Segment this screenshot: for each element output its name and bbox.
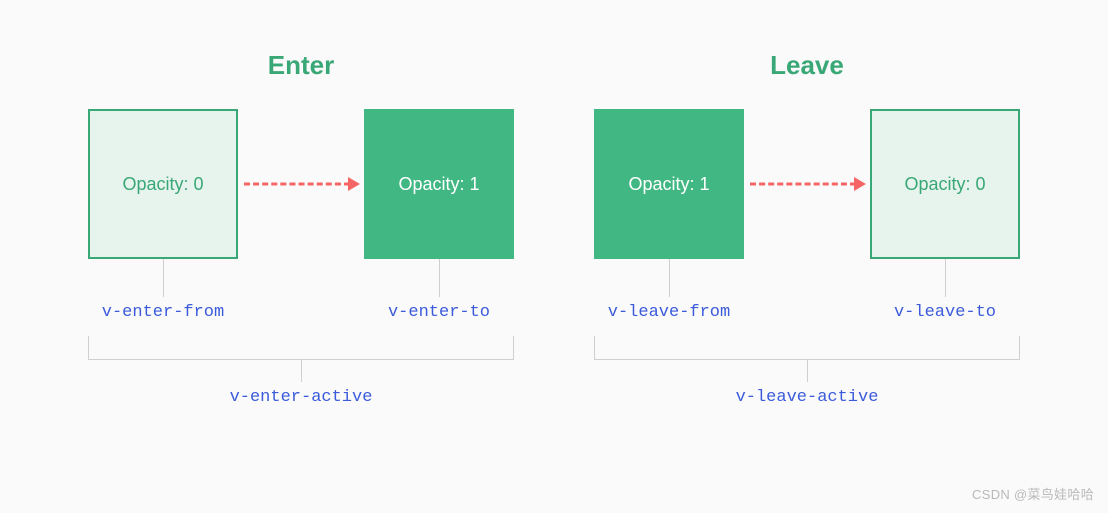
leave-title: Leave [770, 50, 844, 81]
arrow-line-icon [244, 183, 350, 186]
enter-from-box: Opacity: 0 [88, 109, 238, 259]
leave-to-connector: v-leave-to [870, 259, 1020, 322]
leave-to-class: v-leave-to [894, 303, 996, 322]
watermark-text: CSDN @菜鸟娃哈哈 [972, 484, 1094, 503]
enter-from-connector: v-enter-from [88, 259, 238, 322]
arrow-head-icon [348, 177, 360, 191]
arrow-line-icon [750, 183, 856, 186]
leave-from-box-label: Opacity: 1 [628, 174, 709, 195]
diagram-container: Enter Opacity: 0 Opacity: 1 v-enter-from… [0, 0, 1108, 407]
leave-to-box-label: Opacity: 0 [904, 174, 985, 195]
leave-active-class: v-leave-active [736, 388, 879, 407]
connector-line-icon [439, 259, 440, 297]
bracket-icon [88, 336, 514, 360]
enter-to-box: Opacity: 1 [364, 109, 514, 259]
bracket-icon [594, 336, 1020, 360]
enter-to-box-label: Opacity: 1 [398, 174, 479, 195]
enter-class-labels: v-enter-from v-enter-to [88, 259, 514, 322]
bracket-stem-icon [807, 360, 808, 382]
connector-line-icon [669, 259, 670, 297]
leave-from-class: v-leave-from [608, 303, 730, 322]
bracket-stem-icon [301, 360, 302, 382]
enter-from-box-label: Opacity: 0 [122, 174, 203, 195]
leave-section: Leave Opacity: 1 Opacity: 0 v-leave-from… [594, 50, 1020, 407]
enter-to-connector: v-enter-to [364, 259, 514, 322]
enter-section: Enter Opacity: 0 Opacity: 1 v-enter-from… [88, 50, 514, 407]
enter-from-class: v-enter-from [102, 303, 224, 322]
enter-to-class: v-enter-to [388, 303, 490, 322]
leave-active-bracket: v-leave-active [594, 336, 1020, 407]
enter-boxes: Opacity: 0 Opacity: 1 [88, 109, 514, 259]
arrow-head-icon [854, 177, 866, 191]
connector-line-icon [945, 259, 946, 297]
leave-from-connector: v-leave-from [594, 259, 744, 322]
leave-to-box: Opacity: 0 [870, 109, 1020, 259]
connector-line-icon [163, 259, 164, 297]
leave-from-box: Opacity: 1 [594, 109, 744, 259]
leave-boxes: Opacity: 1 Opacity: 0 [594, 109, 1020, 259]
enter-active-bracket: v-enter-active [88, 336, 514, 407]
enter-title: Enter [268, 50, 334, 81]
enter-active-class: v-enter-active [230, 388, 373, 407]
leave-class-labels: v-leave-from v-leave-to [594, 259, 1020, 322]
